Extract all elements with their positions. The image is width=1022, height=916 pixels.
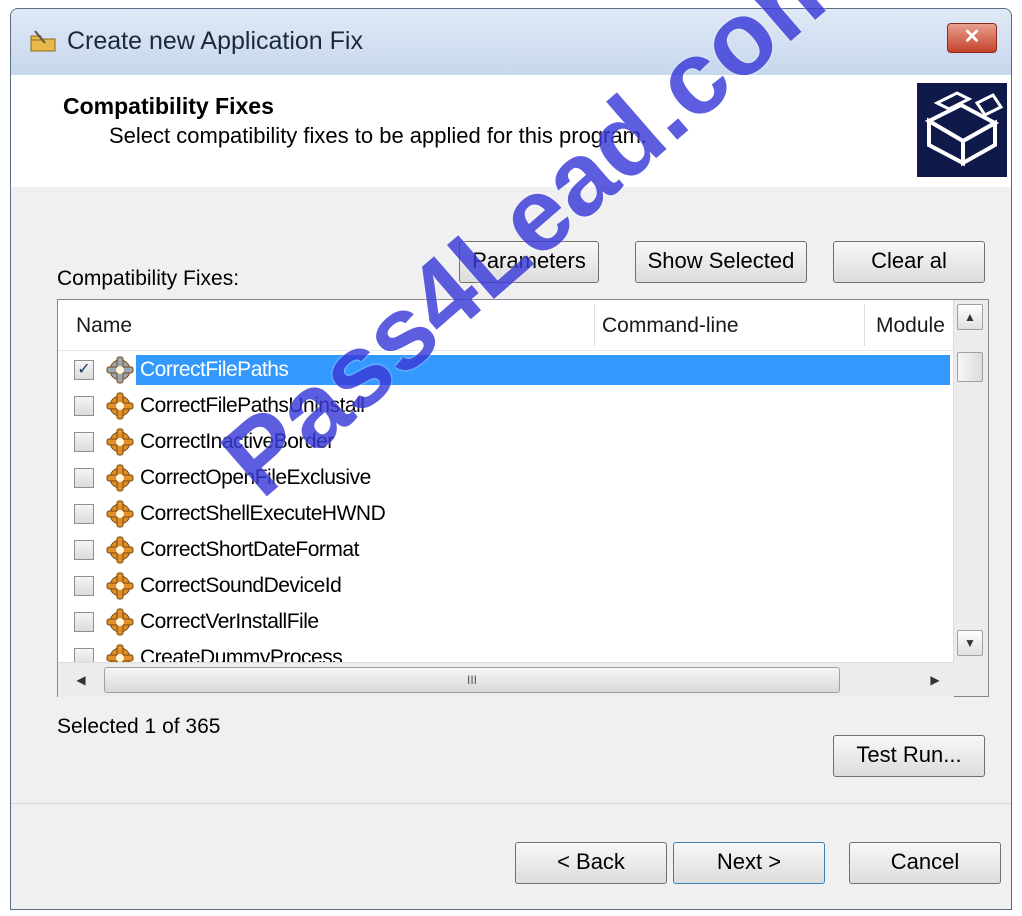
- show-selected-button[interactable]: Show Selected: [635, 241, 807, 283]
- fix-name-label: CorrectInactiveBorder: [140, 430, 334, 453]
- wizard-footer: < Back Next > Cancel: [11, 803, 1011, 909]
- next-button[interactable]: Next >: [673, 842, 825, 884]
- horizontal-scrollbar[interactable]: ◀ III ▶: [58, 662, 954, 697]
- gear-icon: [106, 500, 134, 528]
- wizard-header: Compatibility Fixes Select compatibility…: [11, 75, 1011, 188]
- app-fix-icon: [30, 30, 56, 52]
- fix-name-label: CorrectFilePaths: [140, 358, 289, 381]
- list-item[interactable]: CreateDummyProcess: [58, 640, 954, 662]
- window-title: Create new Application Fix: [67, 27, 363, 55]
- list-item[interactable]: CorrectInactiveBorder: [58, 424, 954, 460]
- fix-name-label: CorrectSoundDeviceId: [140, 574, 342, 597]
- fixes-list[interactable]: Name Command-line Module ✓ CorrectFilePat…: [57, 299, 989, 697]
- list-item[interactable]: CorrectShortDateFormat: [58, 532, 954, 568]
- column-separator[interactable]: [864, 304, 865, 346]
- fix-name-cell[interactable]: CorrectInactiveBorder: [136, 427, 950, 457]
- fix-checkbox[interactable]: [74, 648, 94, 662]
- list-item[interactable]: CorrectOpenFileExclusive: [58, 460, 954, 496]
- column-module[interactable]: Module: [876, 314, 945, 338]
- page-title: Compatibility Fixes: [63, 93, 274, 119]
- fix-checkbox[interactable]: [74, 504, 94, 524]
- selection-status: Selected 1 of 365: [57, 715, 221, 738]
- fix-checkbox[interactable]: [74, 612, 94, 632]
- list-item[interactable]: CorrectSoundDeviceId: [58, 568, 954, 604]
- vertical-scroll-thumb[interactable]: [957, 352, 983, 382]
- gear-icon: [106, 608, 134, 636]
- column-separator[interactable]: [594, 304, 595, 346]
- gear-icon: [106, 428, 134, 456]
- fix-name-cell[interactable]: CorrectOpenFileExclusive: [136, 463, 950, 493]
- dialog-window: Create new Application Fix ✕ Compatibili…: [10, 8, 1012, 910]
- fix-name-label: CreateDummyProcess: [140, 646, 343, 662]
- fix-name-label: CorrectShellExecuteHWND: [140, 502, 386, 525]
- scroll-down-icon[interactable]: ▼: [957, 630, 983, 656]
- page-subtitle: Select compatibility fixes to be applied…: [109, 123, 648, 148]
- vertical-scrollbar[interactable]: ▲ ▼: [953, 300, 988, 662]
- fix-checkbox[interactable]: [74, 396, 94, 416]
- content-area: Parameters Show Selected Clear al Compat…: [11, 187, 1011, 803]
- scroll-right-icon[interactable]: ▶: [924, 669, 946, 691]
- clear-all-button[interactable]: Clear al: [833, 241, 985, 283]
- scrollbar-corner: [954, 662, 988, 696]
- fix-name-cell[interactable]: CorrectVerInstallFile: [136, 607, 950, 637]
- fix-checkbox[interactable]: ✓: [74, 360, 94, 380]
- fix-checkbox[interactable]: [74, 468, 94, 488]
- gear-icon: [106, 644, 134, 662]
- fix-name-cell[interactable]: CreateDummyProcess: [136, 643, 950, 662]
- fix-name-cell[interactable]: CorrectShortDateFormat: [136, 535, 950, 565]
- close-button[interactable]: ✕: [947, 23, 997, 53]
- gear-icon: [106, 392, 134, 420]
- list-item[interactable]: CorrectFilePathsUninstall: [58, 388, 954, 424]
- gear-icon: [106, 464, 134, 492]
- column-header: Name Command-line Module: [58, 300, 954, 351]
- wizard-box-icon: [917, 83, 1007, 177]
- fix-checkbox[interactable]: [74, 540, 94, 560]
- title-bar[interactable]: Create new Application Fix ✕: [11, 9, 1011, 75]
- horizontal-scroll-thumb[interactable]: III: [104, 667, 840, 693]
- gear-icon: [106, 356, 134, 384]
- fix-checkbox[interactable]: [74, 576, 94, 596]
- fix-checkbox[interactable]: [74, 432, 94, 452]
- scroll-up-icon[interactable]: ▲: [957, 304, 983, 330]
- list-item[interactable]: CorrectShellExecuteHWND: [58, 496, 954, 532]
- column-name[interactable]: Name: [76, 314, 132, 338]
- fix-name-cell[interactable]: CorrectFilePaths: [136, 355, 950, 385]
- fix-name-label: CorrectFilePathsUninstall: [140, 394, 365, 417]
- list-item[interactable]: CorrectVerInstallFile: [58, 604, 954, 640]
- gear-icon: [106, 536, 134, 564]
- fix-name-label: CorrectVerInstallFile: [140, 610, 319, 633]
- back-button[interactable]: < Back: [515, 842, 667, 884]
- compatibility-fixes-label: Compatibility Fixes:: [57, 267, 240, 290]
- fixes-rows: ✓ CorrectFilePaths CorrectFilePathsUninsta…: [58, 352, 954, 662]
- fix-name-label: CorrectOpenFileExclusive: [140, 466, 371, 489]
- test-run-button[interactable]: Test Run...: [833, 735, 985, 777]
- scroll-left-icon[interactable]: ◀: [70, 669, 92, 691]
- parameters-button[interactable]: Parameters: [459, 241, 599, 283]
- column-command-line[interactable]: Command-line: [602, 314, 739, 338]
- fix-name-cell[interactable]: CorrectFilePathsUninstall: [136, 391, 950, 421]
- fix-name-cell[interactable]: CorrectShellExecuteHWND: [136, 499, 950, 529]
- cancel-button[interactable]: Cancel: [849, 842, 1001, 884]
- gear-icon: [106, 572, 134, 600]
- fix-name-label: CorrectShortDateFormat: [140, 538, 359, 561]
- fix-name-cell[interactable]: CorrectSoundDeviceId: [136, 571, 950, 601]
- list-item[interactable]: ✓ CorrectFilePaths: [58, 352, 954, 388]
